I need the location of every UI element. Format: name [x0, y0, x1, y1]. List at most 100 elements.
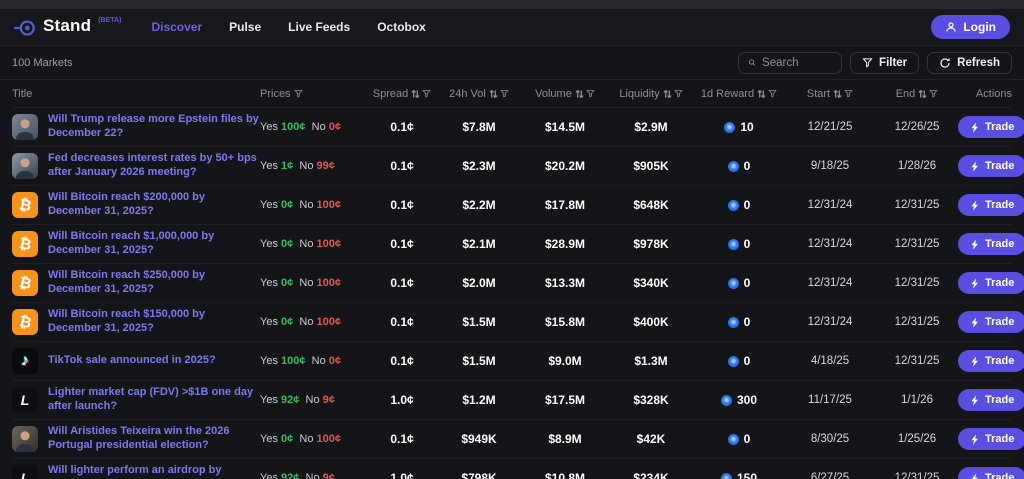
refresh-button[interactable]: Refresh	[927, 51, 1012, 74]
reward-cell: 10	[694, 120, 784, 134]
action-cell: Trade	[958, 389, 1024, 411]
end-date: 12/31/25	[894, 238, 940, 250]
liquidity-value: $978K	[633, 237, 669, 251]
filter-button[interactable]: Filter	[850, 51, 920, 74]
no-price: 100¢	[316, 277, 341, 289]
yes-label: Yes	[260, 394, 278, 406]
reward-value: 300	[736, 393, 758, 407]
reward-coin-icon	[727, 355, 739, 367]
reward-value: 0	[743, 159, 751, 173]
action-cell: Trade	[958, 467, 1024, 479]
lighter-icon: L	[12, 465, 38, 479]
bitcoin-icon: ₿	[12, 270, 38, 296]
trade-button[interactable]: Trade	[958, 116, 1024, 138]
market-title-link[interactable]: Fed decreases interest rates by 50+ bps …	[48, 152, 260, 180]
table-body: Will Trump release more Epstein files by…	[12, 108, 1024, 479]
volume-value: $14.5M	[544, 120, 586, 134]
market-title-link[interactable]: Will lighter perform an airdrop by Decem…	[48, 464, 260, 479]
column-header-vol24h[interactable]: 24h Vol	[436, 88, 522, 100]
column-filter-icon	[844, 90, 853, 98]
start-date: 9/18/25	[810, 160, 850, 172]
prices-cell: Yes 0¢ No 100¢	[260, 433, 368, 445]
reward-value: 0	[743, 237, 751, 251]
brand[interactable]: Stand (BETA)	[14, 16, 121, 39]
spread-value: 1.0¢	[390, 471, 414, 479]
liquidity-value: $1.3M	[634, 354, 668, 368]
vol24h-value: $2.2M	[462, 198, 496, 212]
no-label: No	[299, 199, 314, 211]
market-title-link[interactable]: Lighter market cap (FDV) >$1B one day af…	[48, 386, 260, 414]
market-title-link[interactable]: Will Bitcoin reach $200,000 by December …	[48, 191, 260, 219]
yes-price: 0¢	[281, 238, 294, 250]
column-header-end[interactable]: End	[876, 88, 958, 100]
lightning-icon	[971, 433, 978, 445]
trade-button[interactable]: Trade	[958, 155, 1024, 177]
end-date: 12/31/25	[894, 277, 940, 289]
reward-coin-icon	[727, 277, 739, 289]
spread-value: 0.1¢	[390, 432, 414, 446]
market-title-link[interactable]: Will Bitcoin reach $250,000 by December …	[48, 269, 260, 297]
column-header-prices[interactable]: Prices	[260, 88, 368, 100]
nav-item-live-feeds[interactable]: Live Feeds	[288, 20, 350, 34]
fed-photo-avatar	[12, 153, 38, 179]
sort-icon	[489, 89, 498, 98]
market-title-link[interactable]: Will Bitcoin reach $150,000 by December …	[48, 308, 260, 336]
trade-button[interactable]: Trade	[958, 467, 1024, 479]
end-date: 1/25/26	[897, 433, 937, 445]
search-input[interactable]	[762, 56, 833, 69]
yes-price: 0¢	[281, 433, 294, 445]
login-button[interactable]: Login	[931, 15, 1010, 39]
prices-cell: Yes 92¢ No 9¢	[260, 472, 368, 479]
lighter-icon: L	[12, 387, 38, 413]
volume-value: $13.3M	[544, 276, 586, 290]
action-cell: Trade	[958, 272, 1024, 294]
trade-button[interactable]: Trade	[958, 272, 1024, 294]
nav-item-discover[interactable]: Discover	[151, 20, 202, 34]
no-label: No	[311, 355, 326, 367]
no-price: 100¢	[316, 316, 341, 328]
column-filter-icon	[673, 90, 683, 98]
yes-price: 1¢	[281, 160, 294, 172]
start-date: 8/30/25	[810, 433, 850, 445]
toolbar: 100 Markets Filter Refresh	[0, 46, 1024, 80]
market-title-cell: ₿ Will Bitcoin reach $250,000 by December…	[12, 269, 260, 297]
end-date: 12/31/25	[894, 199, 940, 211]
lightning-icon	[971, 199, 978, 211]
reward-value: 150	[736, 471, 758, 479]
reward-value: 10	[740, 120, 754, 134]
vol24h-value: $1.5M	[462, 315, 496, 329]
tiktok-icon: ♪	[12, 348, 38, 374]
nav-item-pulse[interactable]: Pulse	[229, 20, 261, 34]
reward-cell: 0	[694, 159, 784, 173]
trade-button[interactable]: Trade	[958, 389, 1024, 411]
vol24h-value: $7.8M	[462, 120, 496, 134]
yes-price: 100¢	[281, 121, 306, 133]
search-box[interactable]	[738, 51, 843, 74]
market-row: ₿ Will Bitcoin reach $250,000 by December…	[12, 264, 1024, 303]
trade-button[interactable]: Trade	[958, 350, 1024, 372]
yes-price: 92¢	[281, 472, 300, 479]
spread-value: 0.1¢	[390, 198, 414, 212]
sort-icon	[757, 89, 766, 98]
column-header-start[interactable]: Start	[784, 88, 876, 100]
bitcoin-icon: ₿	[12, 309, 38, 335]
trade-button[interactable]: Trade	[958, 311, 1024, 333]
bitcoin-icon: ₿	[12, 192, 38, 218]
markets-count: 100 Markets	[12, 56, 73, 69]
column-header-reward[interactable]: 1d Reward	[694, 88, 784, 100]
nav-item-octobox[interactable]: Octobox	[377, 20, 426, 34]
trade-button[interactable]: Trade	[958, 428, 1024, 450]
bitcoin-icon: ₿	[12, 231, 38, 257]
refresh-label: Refresh	[957, 56, 1000, 69]
column-header-liquidity[interactable]: Liquidity	[608, 88, 694, 100]
column-header-spread[interactable]: Spread	[368, 88, 436, 100]
trade-button[interactable]: Trade	[958, 233, 1024, 255]
market-title-link[interactable]: TikTok sale announced in 2025?	[48, 354, 216, 368]
market-title-link[interactable]: Will Trump release more Epstein files by…	[48, 113, 260, 141]
trade-button[interactable]: Trade	[958, 194, 1024, 216]
no-label: No	[311, 121, 326, 133]
column-filter-icon	[586, 90, 595, 98]
column-header-volume[interactable]: Volume	[522, 88, 608, 100]
market-title-link[interactable]: Will Aristides Teixeira win the 2026 Por…	[48, 425, 260, 453]
market-title-link[interactable]: Will Bitcoin reach $1,000,000 by Decembe…	[48, 230, 260, 258]
